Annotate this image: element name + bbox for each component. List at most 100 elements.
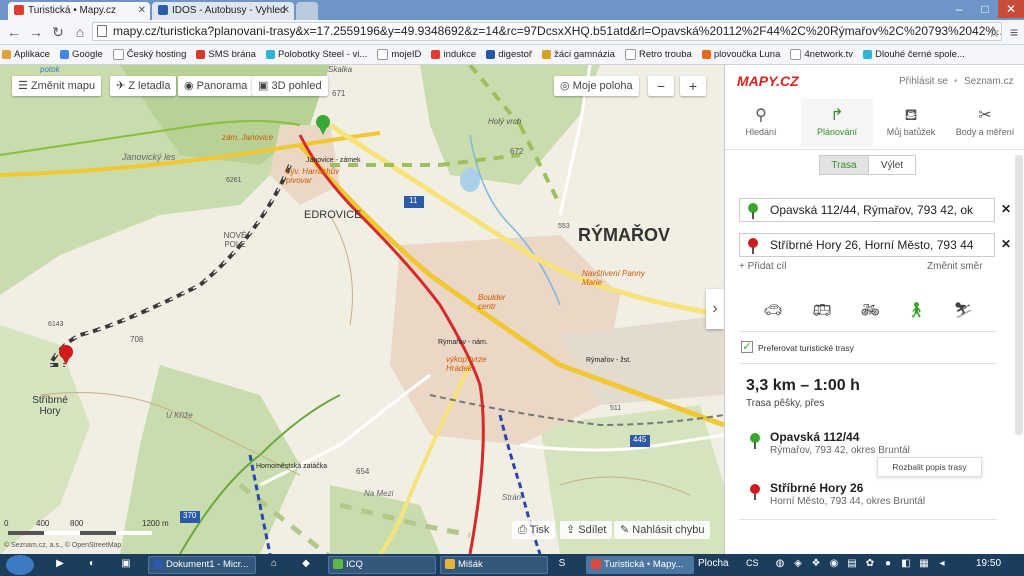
- stop-address: Horní Město, 793 44, okres Bruntál: [770, 496, 926, 507]
- bookmark-item[interactable]: digestoř: [484, 45, 537, 64]
- bookmark-item[interactable]: mojeID: [375, 45, 426, 64]
- bicycle-icon[interactable]: 🚲︎: [859, 302, 881, 320]
- tab-my-backpack[interactable]: ⛾ Můj batůžek: [875, 99, 947, 147]
- bookmark-star-icon[interactable]: ☆: [984, 22, 1004, 42]
- tab-search[interactable]: ⚲ Hledání: [725, 99, 797, 147]
- bookmark-item[interactable]: Aplikace: [0, 45, 55, 64]
- prefer-trails-checkbox[interactable]: ✓: [741, 341, 753, 353]
- minimize-icon[interactable]: –: [946, 0, 972, 18]
- bookmark-label: žáci gamnázia: [554, 49, 615, 60]
- remove-end-icon[interactable]: ✕: [1001, 237, 1011, 251]
- panel-scrollbar[interactable]: [1015, 155, 1023, 435]
- end-point-field[interactable]: Stříbrné Hory 26, Horní Město, 793 44: [739, 233, 995, 257]
- aerial-view-button[interactable]: ✈ Z letadla: [110, 76, 177, 96]
- tray-icon[interactable]: ✿: [864, 557, 876, 571]
- home-icon[interactable]: ⌂: [70, 22, 90, 42]
- zoom-in-button[interactable]: +: [680, 76, 706, 96]
- panorama-button[interactable]: ◉ Panorama: [178, 76, 254, 96]
- tray-icon[interactable]: ❖: [810, 557, 822, 571]
- login-link[interactable]: Přihlásit se: [899, 76, 948, 87]
- tab-label: Plánování: [816, 127, 858, 137]
- bus-icon[interactable]: 🚌︎: [811, 302, 833, 320]
- stop-title[interactable]: Opavská 112/44: [770, 430, 859, 444]
- mode-route[interactable]: Trasa: [819, 155, 869, 175]
- tab-points-measure[interactable]: ✂ Body a měření: [949, 99, 1021, 147]
- zoom-out-button[interactable]: −: [648, 76, 674, 96]
- page-icon: [790, 48, 802, 60]
- car-icon[interactable]: 🚗︎: [762, 302, 784, 320]
- new-tab-button[interactable]: [296, 2, 318, 20]
- remove-start-icon[interactable]: ✕: [1001, 202, 1011, 216]
- tab-planning[interactable]: ↱ Plánování: [801, 99, 873, 147]
- taskbar-label: Turistická • Mapy...: [604, 559, 684, 570]
- tray-icon[interactable]: ●: [882, 557, 894, 571]
- app-icon[interactable]: ◆: [300, 557, 312, 571]
- menu-icon[interactable]: ≡: [1004, 22, 1024, 42]
- bookmark-item[interactable]: Polobotky Steel - vi...: [264, 45, 372, 64]
- button-label: Změnit mapu: [30, 80, 96, 92]
- taskbar-item-word[interactable]: Dokument1 - Micr...: [148, 556, 256, 574]
- start-point-field[interactable]: Opavská 112/44, Rýmařov, 793 42, ok: [739, 198, 995, 222]
- taskbar-item-icq[interactable]: ICQ: [328, 556, 436, 574]
- my-position-button[interactable]: ◎ Moje poloha: [554, 76, 639, 96]
- tray-icon[interactable]: ◍: [774, 557, 786, 571]
- bookmark-item[interactable]: indukce: [429, 45, 481, 64]
- reload-icon[interactable]: ↻: [48, 22, 68, 42]
- share-button[interactable]: ⇪ Sdílet: [560, 521, 613, 539]
- close-tab-icon[interactable]: ✕: [138, 2, 146, 20]
- bookmark-item[interactable]: Google: [58, 45, 108, 64]
- expand-route-description-button[interactable]: Rozbalit popis trasy: [877, 457, 982, 477]
- media-player-icon[interactable]: ▶: [54, 557, 66, 571]
- bookmark-item[interactable]: SMS brána: [194, 45, 261, 64]
- bookmark-item[interactable]: Český hosting: [111, 45, 192, 64]
- taskbar-item-chrome[interactable]: Turistická • Mapy...: [586, 556, 694, 574]
- report-error-button[interactable]: ✎ Nahlásit chybu: [614, 521, 711, 539]
- mapy-favicon-icon: [14, 5, 24, 16]
- home-icon[interactable]: ⌂: [268, 557, 280, 571]
- desktop-toolbar[interactable]: Plocha: [698, 558, 729, 569]
- bookmark-item[interactable]: Dlouhé černé spole...: [861, 45, 970, 64]
- collapse-panel-button[interactable]: ›: [706, 289, 724, 329]
- bookmark-item[interactable]: plovoučka Luna: [700, 45, 786, 64]
- page-icon: [377, 48, 389, 60]
- 3d-view-button[interactable]: ▣ 3D pohled: [252, 76, 328, 96]
- stream-label: potok: [40, 65, 60, 74]
- map-canvas[interactable]: ☰ Změnit mapu ✈ Z letadla ◉ Panorama ▣ 3…: [0, 65, 724, 554]
- green-pin-icon: [748, 203, 758, 219]
- change-map-button[interactable]: ☰ Změnit mapu: [12, 76, 102, 96]
- seznam-link[interactable]: Seznam.cz: [964, 76, 1013, 87]
- taskbar-item-misak[interactable]: Mišák: [440, 556, 548, 574]
- firefox-icon[interactable]: ◐: [86, 557, 98, 571]
- maximize-icon[interactable]: □: [972, 0, 998, 18]
- tray-icon[interactable]: ◈: [792, 557, 804, 571]
- app-icon[interactable]: ▣: [120, 557, 132, 571]
- close-window-icon[interactable]: ✕: [998, 0, 1024, 18]
- bookmark-item[interactable]: Retro trouba: [623, 45, 697, 64]
- skype-icon[interactable]: S: [556, 557, 568, 571]
- reverse-route-link[interactable]: Změnit směr: [927, 261, 983, 272]
- stop-title[interactable]: Stříbrné Hory 26: [770, 481, 863, 495]
- tray-icon[interactable]: ◉: [828, 557, 840, 571]
- tray-icon[interactable]: ◧: [900, 557, 912, 571]
- mapy-logo[interactable]: MAPY.CZ: [737, 73, 799, 89]
- forward-icon[interactable]: →: [26, 22, 46, 42]
- plane-icon: ✈: [116, 80, 129, 92]
- tray-icon[interactable]: ▤: [846, 557, 858, 571]
- volume-icon[interactable]: ◂: [936, 557, 948, 571]
- print-button[interactable]: ⎙ Tisk: [512, 521, 556, 539]
- bookmark-item[interactable]: 4network.tv: [788, 45, 858, 64]
- mode-trip[interactable]: Výlet: [868, 155, 916, 175]
- bookmark-item[interactable]: žáci gamnázia: [540, 45, 620, 64]
- tab-mapy[interactable]: Turistická • Mapy.cz ✕: [8, 2, 150, 20]
- address-bar[interactable]: mapy.cz/turisticka?planovani-trasy&x=17.…: [92, 22, 1002, 41]
- add-stop-link[interactable]: + Přidat cíl: [739, 261, 787, 272]
- language-indicator[interactable]: CS: [746, 558, 759, 568]
- network-icon[interactable]: ▦: [918, 557, 930, 571]
- ski-icon[interactable]: ⛷︎: [952, 302, 974, 320]
- start-button-icon[interactable]: [6, 555, 34, 575]
- road-number-label: 553: [558, 223, 570, 230]
- back-icon[interactable]: ←: [4, 22, 24, 42]
- walking-icon[interactable]: 🚶︎: [905, 302, 927, 320]
- tab-idos[interactable]: IDOS - Autobusy - Vyhled ✕: [152, 2, 294, 20]
- close-tab-icon[interactable]: ✕: [282, 2, 290, 20]
